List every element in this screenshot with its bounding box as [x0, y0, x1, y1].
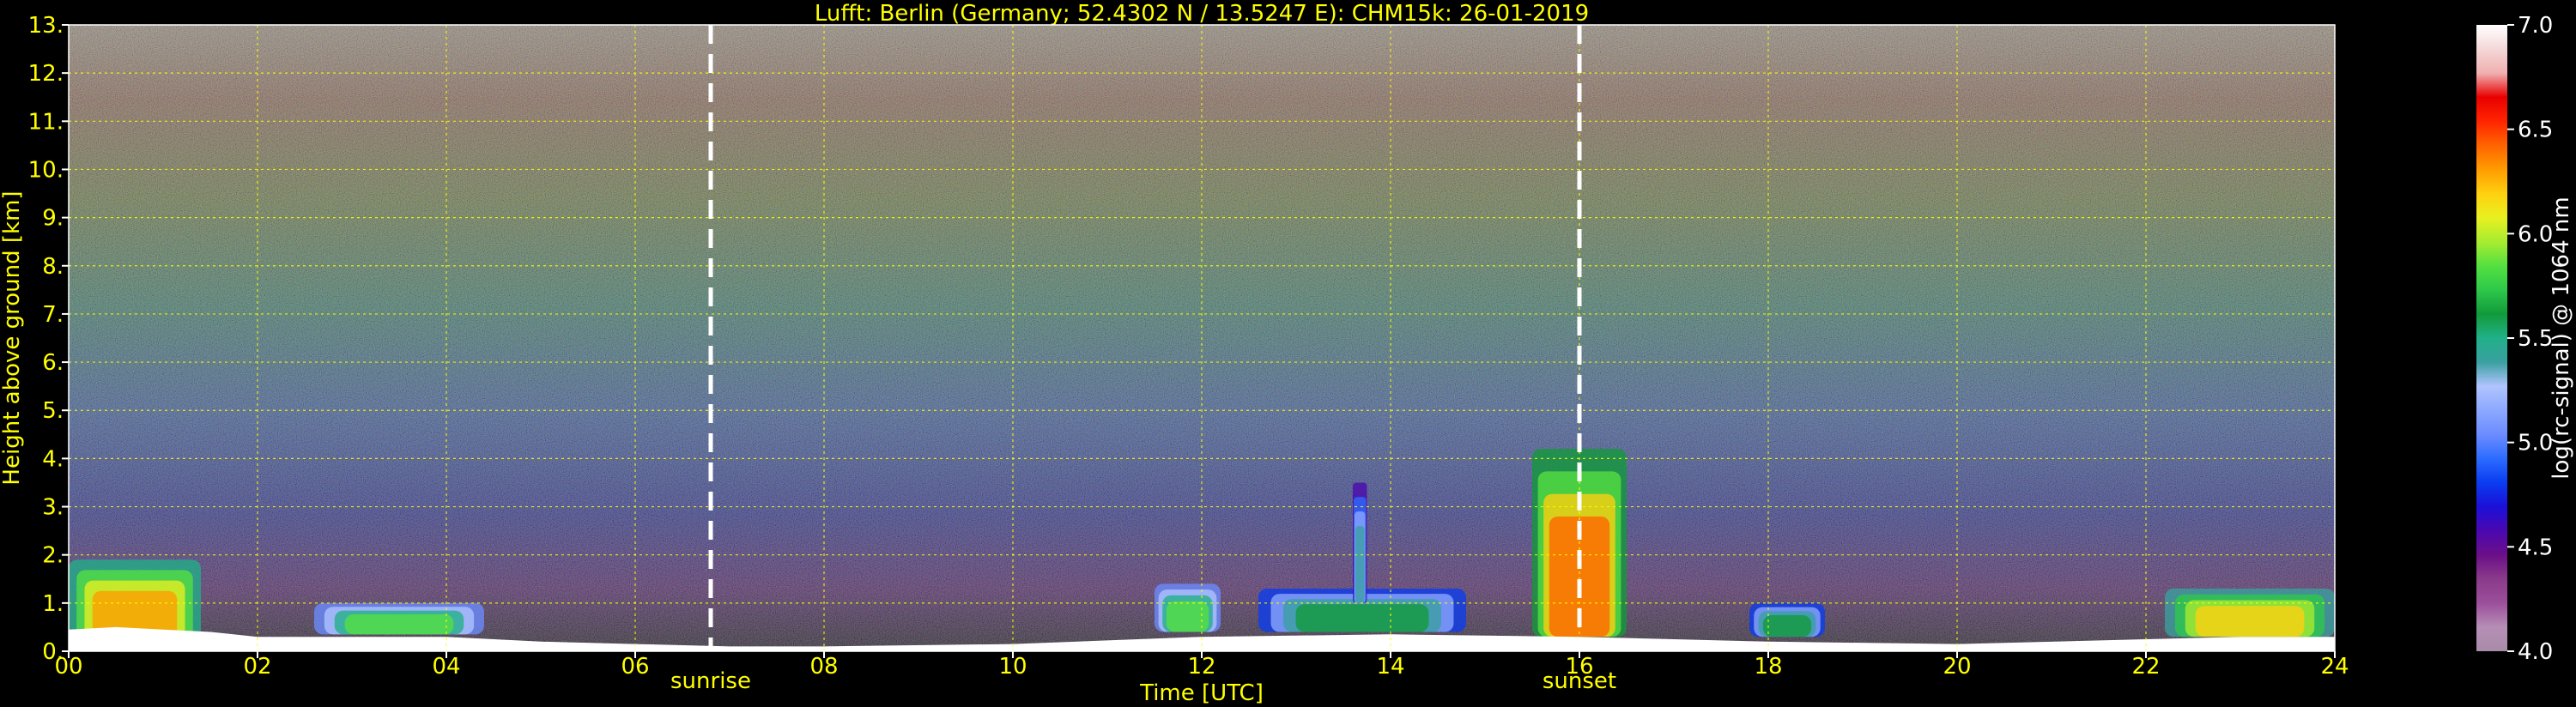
- x-axis-label: Time [UTC]: [1139, 680, 1264, 706]
- y-tick-label-10: 10.: [28, 157, 64, 183]
- colorbar: 4.04.55.05.56.06.57.0 log(rc-signal) @ 1…: [2476, 13, 2574, 665]
- x-tick-label-5: 10: [998, 654, 1027, 680]
- y-tick-label-9: 9.: [42, 206, 64, 232]
- sunrise-label: sunrise: [670, 668, 751, 694]
- ceilometer-chart: Lufft: Berlin (Germany; 52.4302 N / 13.5…: [0, 1, 2574, 706]
- signal-feature-1-band-3: [344, 613, 454, 635]
- x-tick-label-2: 04: [432, 654, 460, 680]
- colorbar-ticks: 4.04.55.05.56.06.57.0: [2507, 13, 2553, 665]
- x-tick-label-11: 22: [2131, 654, 2160, 680]
- colorbar-label: log(rc-signal) @ 1064 nm: [2549, 196, 2574, 479]
- colorbar-tick-label-1: 4.5: [2518, 535, 2553, 560]
- colorbar-scale: [2476, 25, 2507, 651]
- x-tick-label-3: 06: [621, 654, 649, 680]
- chart-title: Lufft: Berlin (Germany; 52.4302 N / 13.5…: [815, 1, 1589, 27]
- signal-feature-7-band-3: [2195, 606, 2305, 638]
- sunset-label: sunset: [1543, 668, 1616, 694]
- y-tick-label-11: 11.: [28, 109, 64, 135]
- y-tick-label-8: 8.: [42, 254, 64, 280]
- y-tick-label-12: 12.: [28, 61, 64, 87]
- colorbar-tick-label-0: 4.0: [2518, 639, 2553, 665]
- y-tick-label-13: 13.: [28, 13, 64, 39]
- signal-feature-2-band-3: [1166, 601, 1209, 632]
- y-tick-label-7: 7.: [42, 302, 64, 328]
- x-axis-ticks: 00 02 04 06 08 10 12 14 16 18 20 22 24: [54, 651, 2349, 680]
- signal-feature-3-band-3: [1295, 604, 1429, 632]
- y-tick-label-3: 3.: [42, 495, 64, 521]
- x-tick-label-12: 24: [2320, 654, 2349, 680]
- y-tick-label-4: 4.: [42, 446, 64, 472]
- x-tick-label-1: 02: [243, 654, 271, 680]
- y-tick-label-6: 6.: [42, 350, 64, 376]
- y-tick-label-2: 2.: [42, 543, 64, 569]
- x-tick-label-4: 08: [809, 654, 838, 680]
- y-axis-ticks: 0. 1. 2. 3. 4. 5. 6. 7. 8. 9. 10. 11. 12. 13.: [28, 13, 69, 665]
- plot-area: [69, 25, 2335, 651]
- x-tick-label-10: 20: [1943, 654, 1971, 680]
- x-tick-label-7: 14: [1376, 654, 1404, 680]
- y-tick-label-1: 1.: [42, 591, 64, 617]
- colorbar-tick-label-6: 7.0: [2518, 13, 2553, 39]
- x-tick-label-9: 18: [1754, 654, 1782, 680]
- colorbar-tick-label-5: 6.5: [2518, 118, 2553, 143]
- signal-feature-6-band-3: [1762, 614, 1812, 638]
- y-tick-label-5: 5.: [42, 398, 64, 424]
- y-axis-label: Height above ground [km]: [0, 190, 25, 485]
- y-tick-label-0: 0.: [42, 639, 64, 665]
- signal-feature-4-band-3: [1355, 526, 1365, 603]
- x-tick-label-6: 12: [1187, 654, 1215, 680]
